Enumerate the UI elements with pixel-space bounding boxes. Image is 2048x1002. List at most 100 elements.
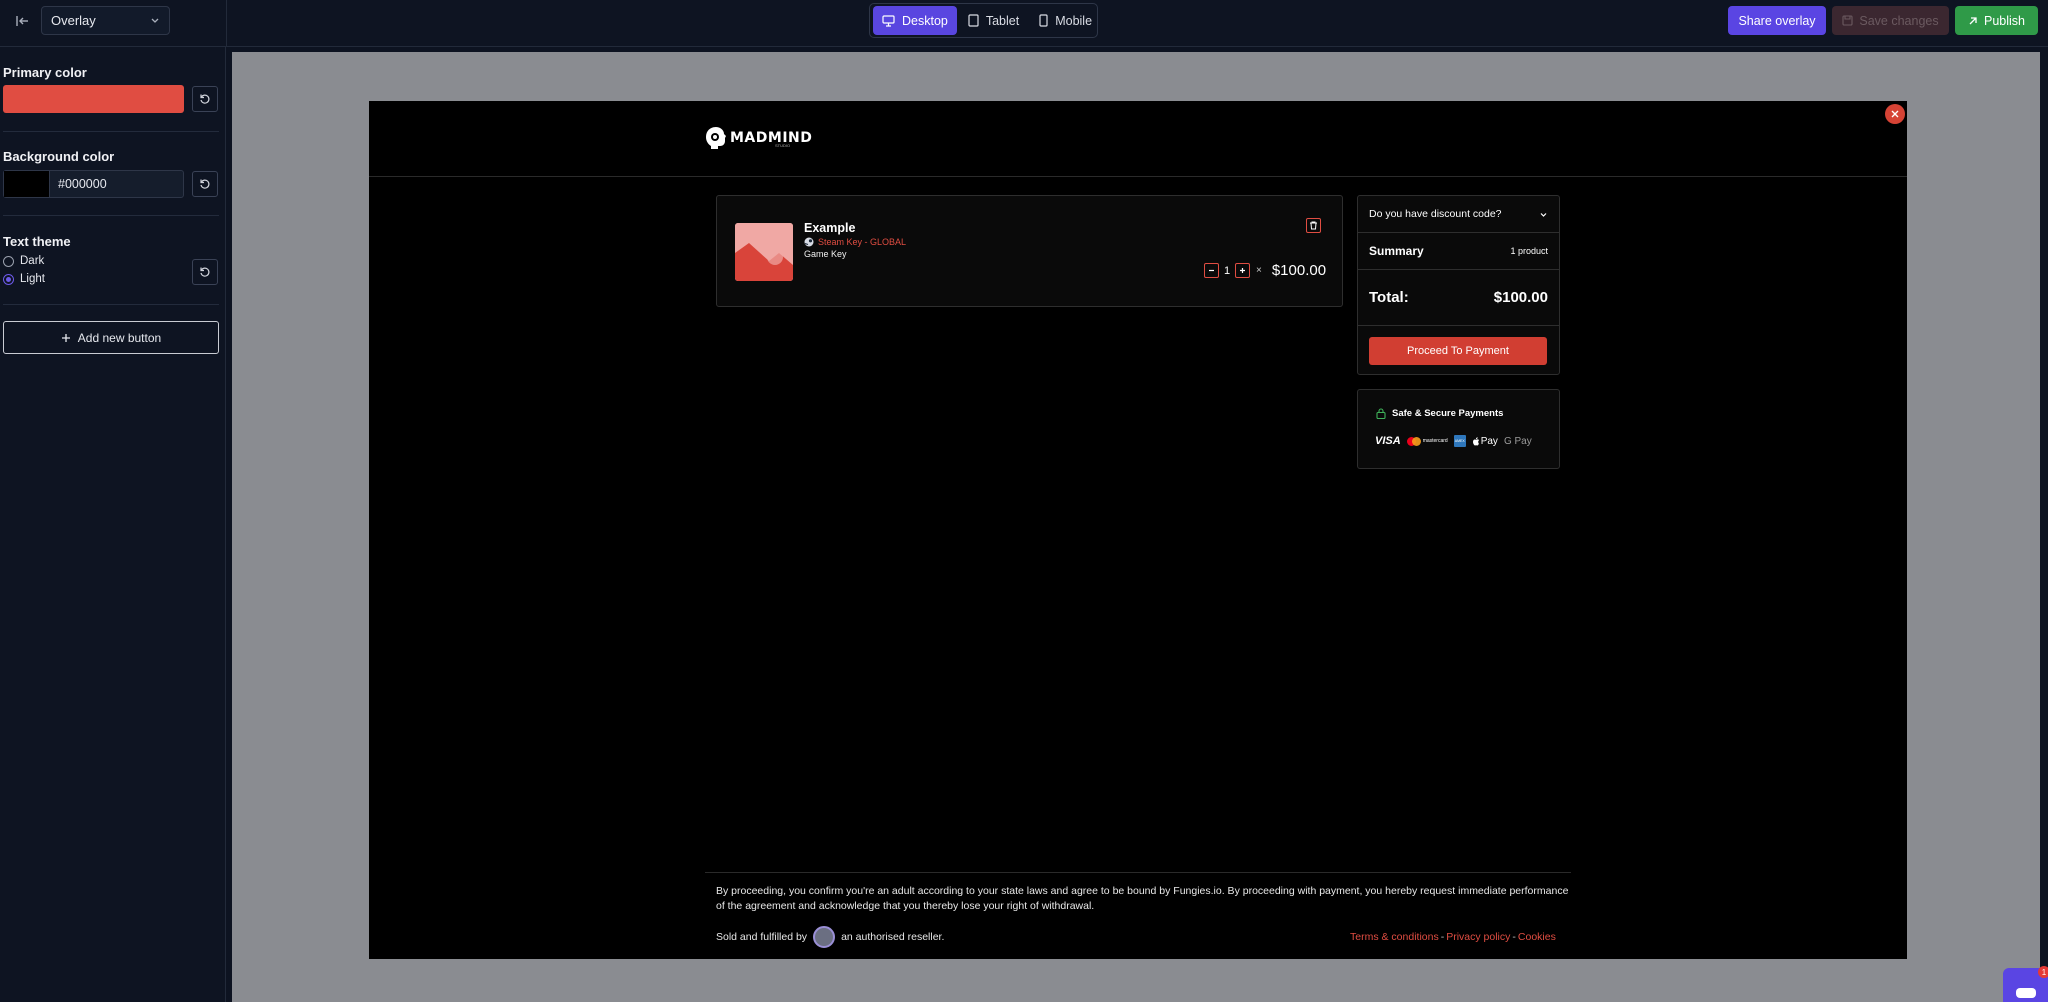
device-desktop-label: Desktop	[902, 13, 948, 28]
reset-background-color-button[interactable]	[192, 171, 218, 197]
times-sign: ×	[1256, 265, 1262, 276]
reset-text-theme-button[interactable]	[192, 259, 218, 285]
total-row: Total: $100.00	[1358, 270, 1559, 325]
cookies-link[interactable]: Cookies	[1518, 931, 1556, 943]
reset-icon	[200, 267, 210, 277]
background-color-input[interactable]: #000000	[3, 170, 184, 198]
remove-item-button[interactable]	[1306, 218, 1321, 233]
close-icon	[1891, 110, 1899, 118]
product-thumbnail	[735, 223, 793, 281]
cart-item-card: Example Steam Key - GLOBAL Game Key 1 × …	[716, 195, 1343, 307]
apple-pay-logo: Pay	[1472, 436, 1498, 447]
monitor-icon	[882, 14, 895, 27]
steam-icon	[804, 237, 814, 247]
save-icon	[1842, 15, 1853, 26]
text-theme-light-option[interactable]: Light	[3, 273, 45, 285]
share-overlay-button[interactable]: Share overlay	[1728, 6, 1826, 35]
product-count: 1 product	[1510, 246, 1548, 256]
background-color-value: #000000	[58, 177, 107, 191]
decrease-quantity-button[interactable]	[1204, 263, 1219, 278]
madmind-logo-icon	[706, 127, 726, 149]
text-theme-light-label: Light	[20, 273, 45, 285]
mastercard-logo: mastercard	[1406, 436, 1448, 446]
divider	[1358, 325, 1559, 326]
summary-title: Summary	[1369, 244, 1424, 258]
text-theme-dark-option[interactable]: Dark	[3, 255, 44, 267]
divider	[369, 176, 1907, 177]
reset-icon	[200, 94, 210, 104]
trash-icon	[1310, 221, 1317, 230]
chat-notification-badge: 1	[2038, 966, 2048, 978]
secure-payments-label: Safe & Secure Payments	[1392, 408, 1504, 419]
background-color-swatch[interactable]	[4, 171, 50, 197]
logo-text: MADMIND	[730, 130, 813, 146]
radio-dark[interactable]	[3, 255, 14, 267]
reseller-info: Sold and fulfilled by an authorised rese…	[716, 926, 944, 948]
device-switcher: Desktop Tablet Mobile	[869, 3, 1098, 38]
plus-icon	[61, 333, 70, 342]
order-summary-card: Do you have discount code? Summary 1 pro…	[1357, 195, 1560, 375]
collapse-sidebar-icon[interactable]	[12, 10, 34, 32]
share-overlay-label: Share overlay	[1738, 13, 1816, 28]
discount-code-label: Do you have discount code?	[1369, 208, 1502, 220]
privacy-link[interactable]: Privacy policy	[1446, 931, 1510, 943]
divider	[3, 131, 219, 132]
text-theme-dark-label: Dark	[20, 255, 45, 267]
overlay-select-value: Overlay	[51, 13, 96, 28]
close-overlay-button[interactable]	[1885, 104, 1905, 124]
increase-quantity-button[interactable]	[1235, 263, 1250, 278]
secure-payments-title: Safe & Secure Payments	[1376, 408, 1503, 419]
divider	[705, 872, 1571, 873]
device-desktop-button[interactable]: Desktop	[873, 6, 957, 35]
primary-color-swatch[interactable]	[3, 85, 184, 113]
sold-by-prefix: Sold and fulfilled by	[716, 931, 808, 943]
apple-icon	[1472, 436, 1479, 445]
secure-payments-card: Safe & Secure Payments VISA mastercard A…	[1357, 389, 1560, 469]
top-bar: Overlay Desktop Tablet Mobile Share over…	[0, 0, 2048, 47]
background-color-title: Background color	[3, 149, 115, 164]
save-changes-label: Save changes	[1859, 13, 1939, 28]
visa-logo: VISA	[1375, 435, 1401, 447]
lock-icon	[1376, 408, 1386, 419]
legal-separator: -	[1512, 931, 1516, 943]
reset-icon	[200, 179, 210, 189]
save-changes-button[interactable]: Save changes	[1832, 6, 1949, 35]
publish-button[interactable]: Publish	[1955, 6, 2038, 35]
total-value: $100.00	[1493, 289, 1548, 306]
radio-light[interactable]	[3, 273, 14, 285]
divider	[3, 215, 219, 216]
product-type: Game Key	[804, 249, 847, 259]
reseller-avatar	[813, 926, 836, 948]
sold-by-suffix: an authorised reseller.	[841, 931, 945, 943]
minus-icon	[1209, 269, 1214, 272]
divider	[3, 304, 219, 305]
logo-subtext: STUDIO	[775, 143, 791, 148]
item-price: $100.00	[1271, 262, 1327, 279]
device-mobile-label: Mobile	[1055, 13, 1093, 28]
settings-sidebar: Primary color Background color #000000 T…	[0, 47, 226, 1002]
store-logo: MADMIND STUDIO	[705, 126, 812, 150]
proceed-to-payment-button[interactable]: Proceed To Payment	[1369, 337, 1547, 365]
terms-link[interactable]: Terms & conditions	[1350, 931, 1439, 943]
legal-disclaimer: By proceeding, you confirm you're an adu…	[716, 885, 1569, 912]
tablet-icon	[968, 14, 979, 27]
chevron-down-icon	[151, 18, 159, 23]
add-new-button-label: Add new button	[77, 330, 162, 345]
device-tablet-button[interactable]: Tablet	[959, 6, 1028, 35]
chevron-down-icon	[1540, 212, 1547, 217]
device-tablet-label: Tablet	[985, 13, 1020, 28]
legal-links: Terms & conditions - Privacy policy - Co…	[1350, 931, 1556, 943]
add-new-button[interactable]: Add new button	[3, 321, 219, 354]
divider	[226, 0, 227, 47]
amex-logo: AMEX	[1453, 435, 1466, 447]
discount-code-toggle[interactable]: Do you have discount code?	[1358, 196, 1559, 232]
device-mobile-button[interactable]: Mobile	[1030, 6, 1101, 35]
overlay-select[interactable]: Overlay	[41, 6, 170, 35]
product-platform: Steam Key - GLOBAL	[804, 237, 906, 247]
summary-header: Summary 1 product	[1358, 233, 1559, 269]
payment-methods: VISA mastercard AMEX Pay G Pay	[1375, 435, 1532, 447]
quantity-stepper: 1 × $100.00	[1204, 262, 1326, 279]
arrow-up-right-icon	[1969, 16, 1977, 24]
reset-primary-color-button[interactable]	[192, 86, 218, 112]
product-name: Example	[804, 221, 856, 235]
